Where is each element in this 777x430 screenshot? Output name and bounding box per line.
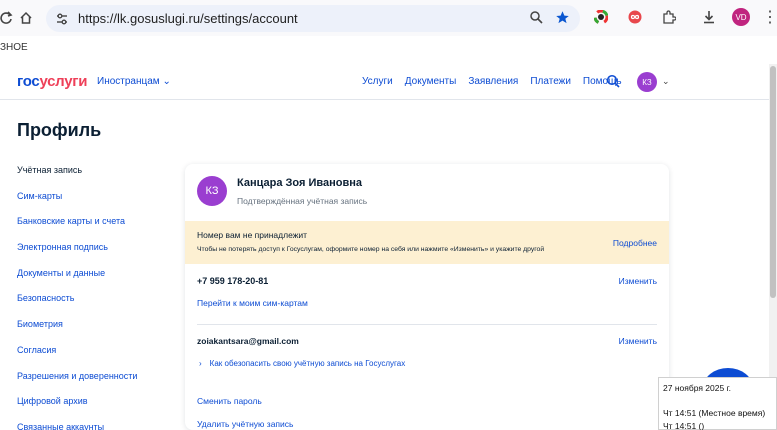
menu-item-linked-accounts[interactable]: Связанные аккаунты <box>17 421 177 430</box>
zoom-icon[interactable] <box>529 10 543 24</box>
nav-applications[interactable]: Заявления <box>468 76 518 87</box>
nav-documents[interactable]: Документы <box>405 76 457 87</box>
phone-warning-banner: Номер вам не принадлежит Чтобы не потеря… <box>185 221 669 264</box>
foreigners-menu[interactable]: Иностранцам ⌄ <box>97 76 171 87</box>
nav-payments[interactable]: Платежи <box>530 76 571 87</box>
menu-item-documents[interactable]: Документы и данные <box>17 267 177 293</box>
go-to-sim-cards-link[interactable]: Перейти к моим сим-картам <box>197 298 308 308</box>
tooltip-other-time: Чт 14:51 () <box>663 421 705 430</box>
profile-side-menu: Учётная запись Сим-карты Банковские карт… <box>17 164 177 430</box>
change-email-link[interactable]: Изменить <box>619 336 657 346</box>
warning-more-link[interactable]: Подробнее <box>613 238 657 248</box>
profile-avatar: КЗ <box>197 176 227 206</box>
search-icon[interactable] <box>606 74 620 88</box>
scrollbar-thumb[interactable] <box>770 66 776 298</box>
menu-item-biometrics[interactable]: Биометрия <box>17 318 177 344</box>
url-text[interactable]: https://lk.gosuslugi.ru/settings/account <box>78 11 298 26</box>
warning-text: Чтобы не потерять доступ к Госуслугам, о… <box>197 246 545 253</box>
account-status: Подтверждённая учётная запись <box>237 196 368 206</box>
warning-title: Номер вам не принадлежит <box>197 230 308 240</box>
menu-item-bank-cards[interactable]: Банковские карты и счета <box>17 215 177 241</box>
menu-item-account[interactable]: Учётная запись <box>17 164 177 190</box>
address-bar[interactable]: https://lk.gosuslugi.ru/settings/account <box>46 5 580 32</box>
menu-item-consents[interactable]: Согласия <box>17 344 177 370</box>
menu-item-e-signature[interactable]: Электронная подпись <box>17 241 177 267</box>
menu-item-permissions[interactable]: Разрешения и доверенности <box>17 370 177 396</box>
phone-number: +7 959 178-20-81 <box>197 276 269 286</box>
browser-menu-icon[interactable]: ⋮ <box>762 7 777 27</box>
profile-name: Канцара Зоя Ивановна <box>237 177 362 189</box>
infinity-extension-icon[interactable] <box>624 6 646 28</box>
site-header: госуслуги Иностранцам ⌄ Услуги Документы… <box>0 64 777 100</box>
top-navigation: Услуги Документы Заявления Платежи Помощ… <box>362 76 634 87</box>
bookmarks-bar: ЗНОЕ <box>0 38 28 56</box>
extensions-puzzle-icon[interactable] <box>658 6 680 28</box>
home-icon[interactable] <box>10 2 42 34</box>
email-address: zoiakantsara@gmail.com <box>197 336 299 346</box>
chevron-down-icon[interactable]: ⌄ <box>662 76 670 87</box>
browser-profile-avatar[interactable]: VD <box>732 8 750 26</box>
browser-toolbar: https://lk.gosuslugi.ru/settings/account… <box>0 0 777 36</box>
chevron-right-icon: › <box>199 359 202 368</box>
nav-services[interactable]: Услуги <box>362 76 393 87</box>
downloads-icon[interactable] <box>698 6 720 28</box>
profile-page: Профиль Учётная запись Сим-карты Банковс… <box>0 100 770 430</box>
color-extension-icon[interactable] <box>590 6 612 28</box>
menu-item-digital-archive[interactable]: Цифровой архив <box>17 395 177 421</box>
page-scrollbar[interactable] <box>769 64 777 430</box>
menu-item-sim-cards[interactable]: Сим-карты <box>17 190 177 216</box>
divider <box>197 324 657 325</box>
tooltip-local-time: Чт 14:51 (Местное время) <box>663 408 766 418</box>
chevron-down-icon: ⌄ <box>162 76 171 87</box>
page-title: Профиль <box>17 120 102 140</box>
user-avatar[interactable]: КЗ <box>637 72 657 92</box>
secure-account-link[interactable]: › Как обезопасить свою учётную запись на … <box>199 359 405 368</box>
change-phone-link[interactable]: Изменить <box>619 276 657 286</box>
change-password-link[interactable]: Сменить пароль <box>197 396 262 406</box>
gosuslugi-logo[interactable]: госуслуги <box>17 73 87 90</box>
bookmark-star-icon[interactable] <box>555 10 570 25</box>
tooltip-date: 27 ноября 2025 г. <box>663 383 731 393</box>
site-settings-icon[interactable] <box>54 11 70 27</box>
bookmark-item[interactable]: ЗНОЕ <box>0 42 28 53</box>
clock-tooltip: 27 ноября 2025 г. Чт 14:51 (Местное врем… <box>658 377 777 430</box>
delete-account-link[interactable]: Удалить учётную запись <box>197 419 293 429</box>
menu-item-security[interactable]: Безопасность <box>17 292 177 318</box>
account-card: КЗ Канцара Зоя Ивановна Подтверждённая у… <box>185 164 669 430</box>
